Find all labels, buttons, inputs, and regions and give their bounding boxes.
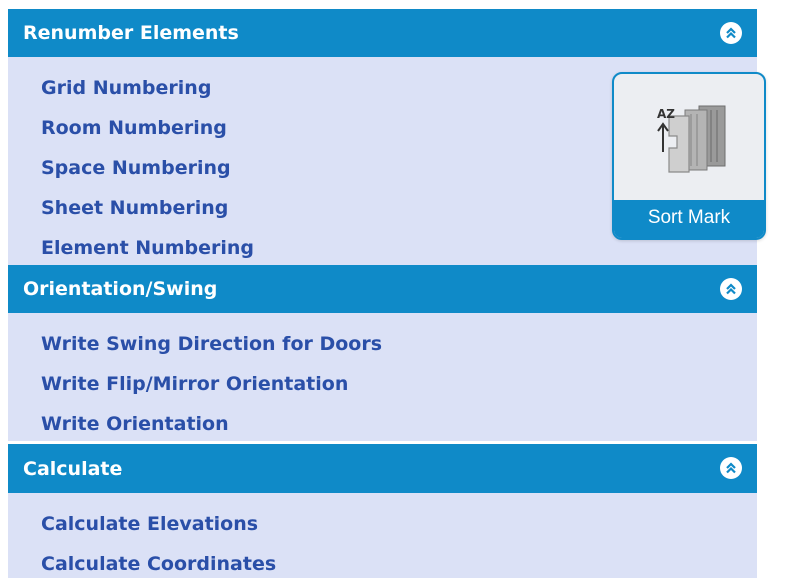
double-chevron-up-icon[interactable]	[720, 278, 742, 300]
link-write-swing-direction[interactable]: Write Swing Direction for Doors	[8, 324, 757, 364]
link-calculate-coordinates[interactable]: Calculate Coordinates	[8, 544, 757, 584]
section-title: Orientation/Swing	[23, 278, 218, 300]
section-title: Calculate	[23, 457, 123, 480]
section-header-renumber-elements[interactable]: Renumber Elements	[8, 9, 757, 57]
section-calculate: Calculate Calculate Elevations Calculate…	[8, 444, 757, 578]
sort-mark-icon-text: AZ	[657, 107, 675, 121]
sort-mark-card[interactable]: AZ Sort Mark	[612, 72, 766, 240]
link-calculate-elevations[interactable]: Calculate Elevations	[8, 504, 757, 544]
section-orientation-swing: Orientation/Swing Write Swing Direction …	[8, 265, 757, 441]
double-chevron-up-icon[interactable]	[720, 457, 742, 479]
link-write-orientation[interactable]: Write Orientation	[8, 404, 757, 444]
sort-mark-label: Sort Mark	[614, 200, 764, 238]
double-chevron-up-icon[interactable]	[720, 22, 742, 44]
sort-mark-icon: AZ	[614, 74, 764, 202]
section-header-calculate[interactable]: Calculate	[8, 444, 757, 493]
section-title: Renumber Elements	[23, 22, 239, 44]
link-write-flip-mirror[interactable]: Write Flip/Mirror Orientation	[8, 364, 757, 404]
section-header-orientation-swing[interactable]: Orientation/Swing	[8, 265, 757, 313]
